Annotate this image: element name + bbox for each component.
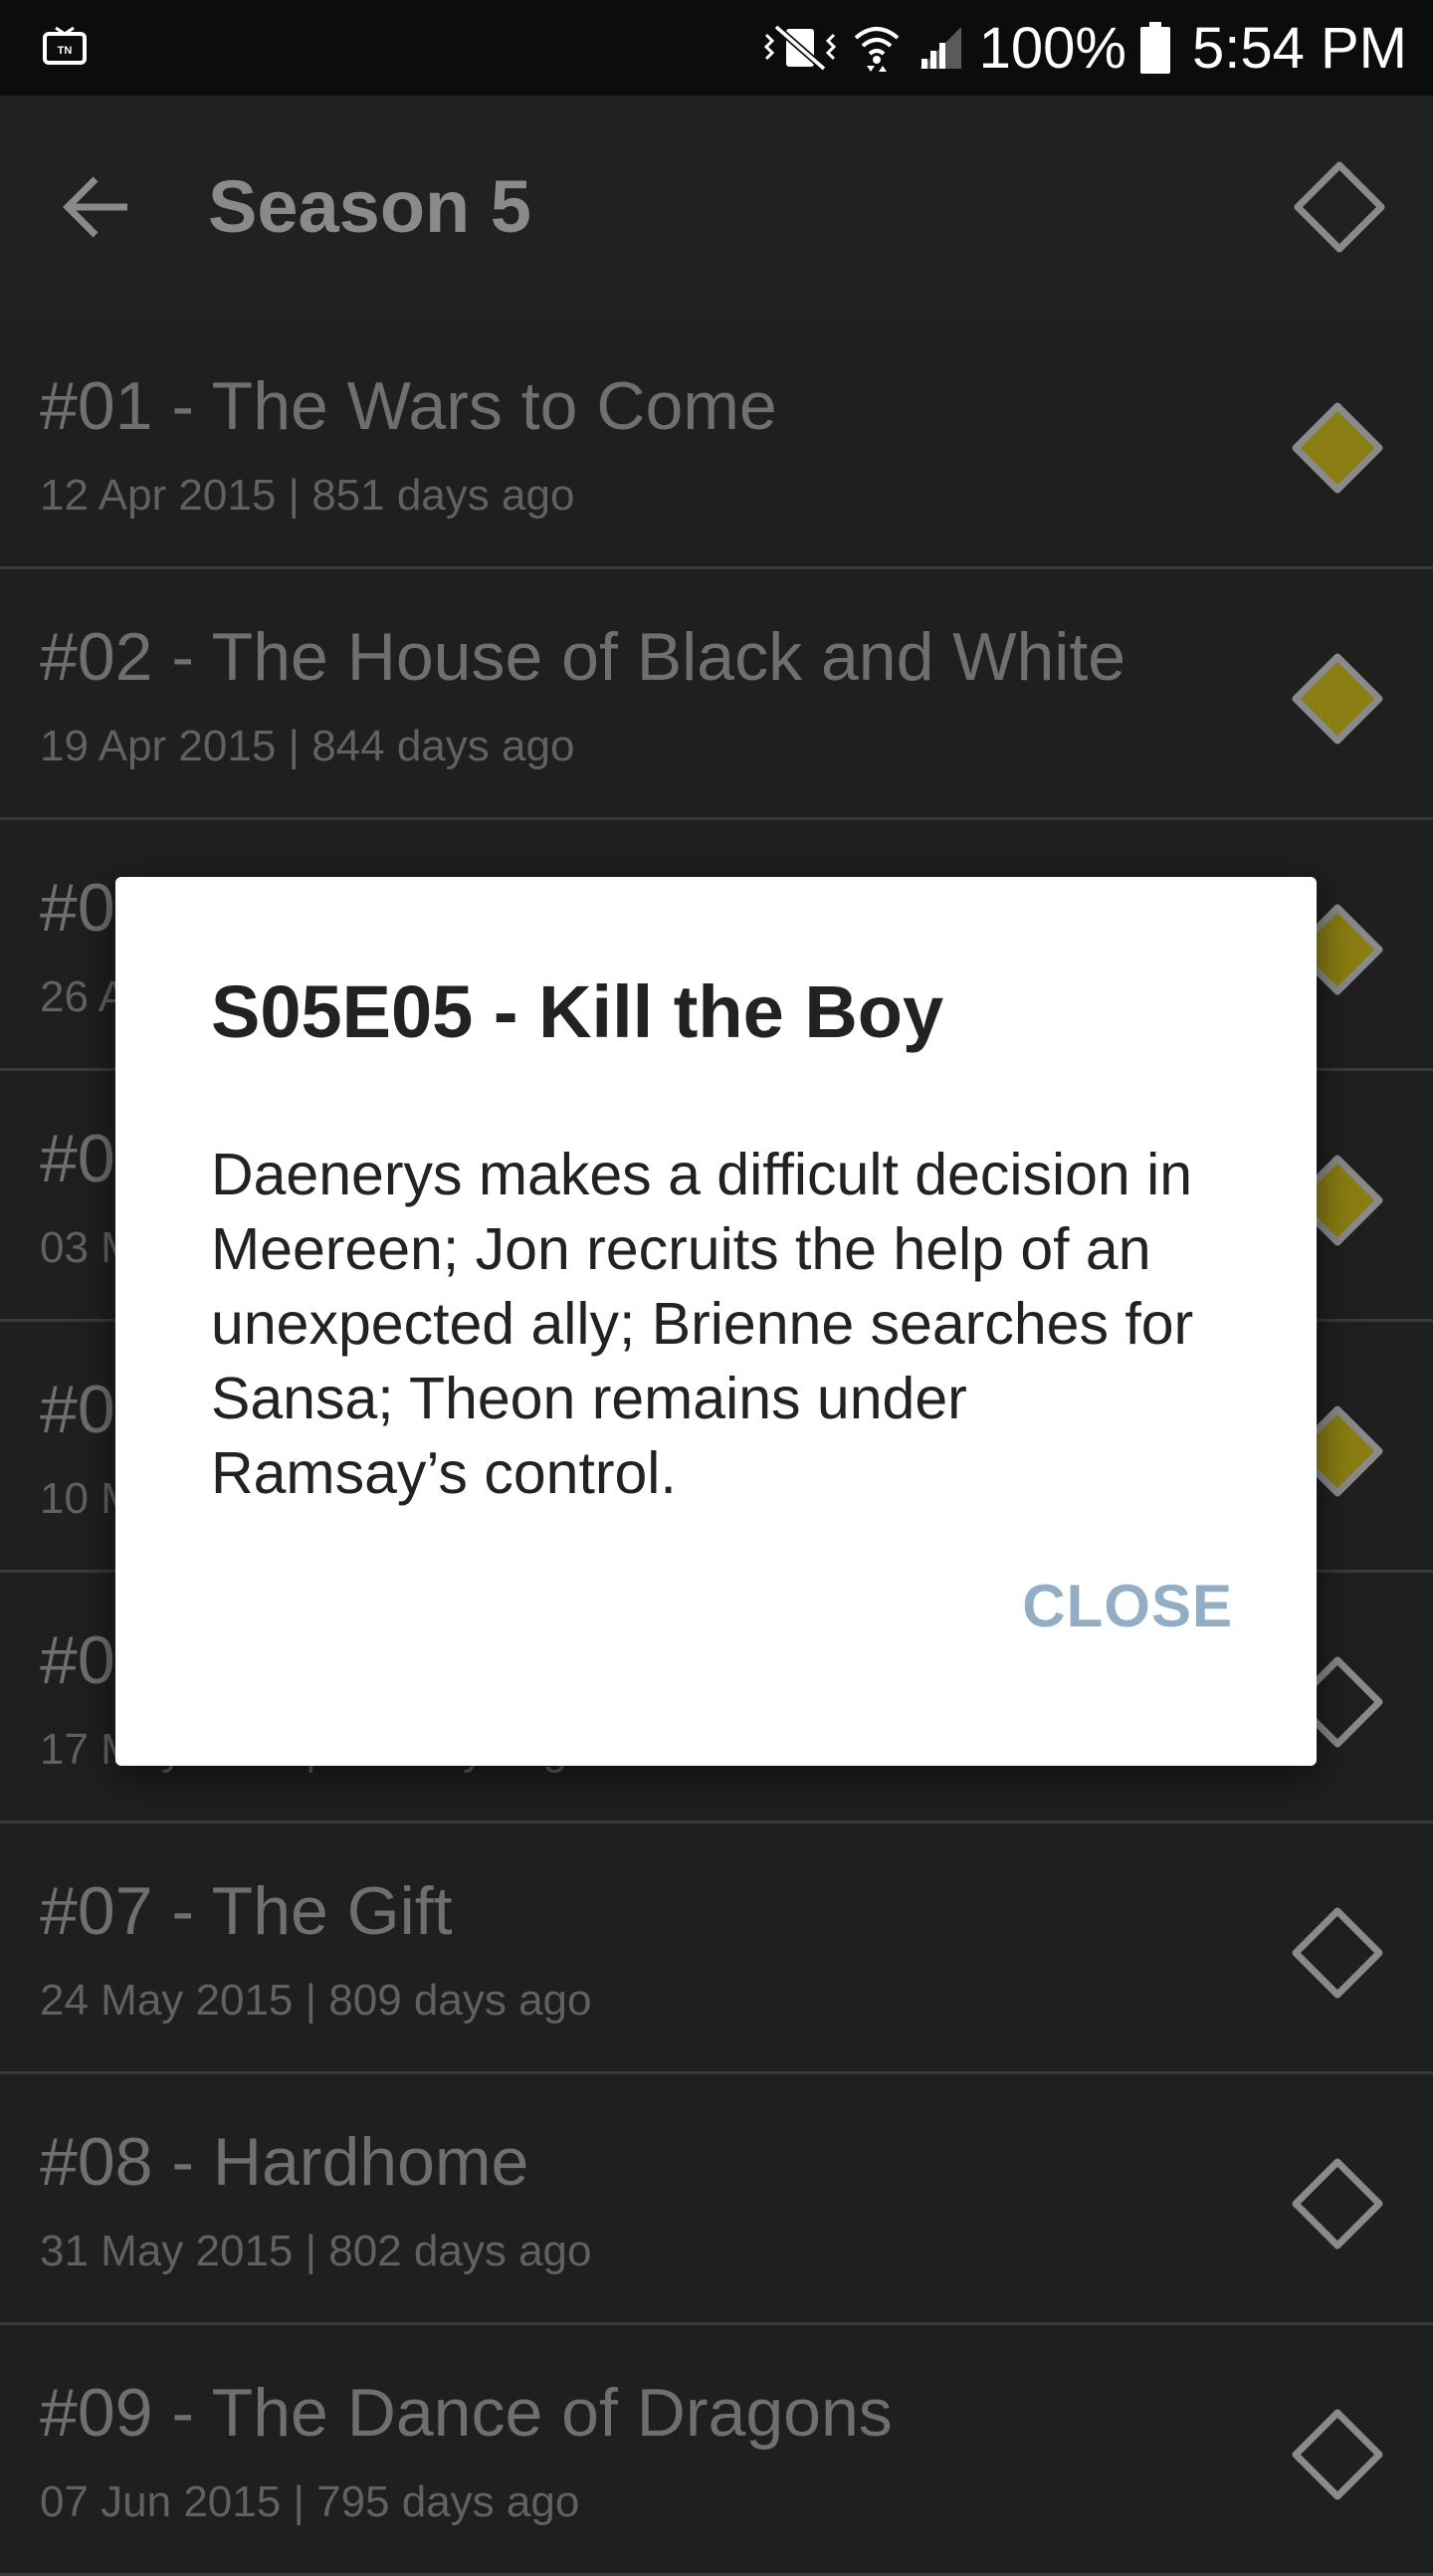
dialog-title: S05E05 - Kill the Boy	[211, 970, 944, 1053]
close-button[interactable]: CLOSE	[1022, 1564, 1233, 1648]
dialog-description: Daenerys makes a difficult decision in M…	[211, 1142, 1194, 1506]
episode-dialog: S05E05 - Kill the Boy Daenerys makes a d…	[115, 877, 1317, 1766]
